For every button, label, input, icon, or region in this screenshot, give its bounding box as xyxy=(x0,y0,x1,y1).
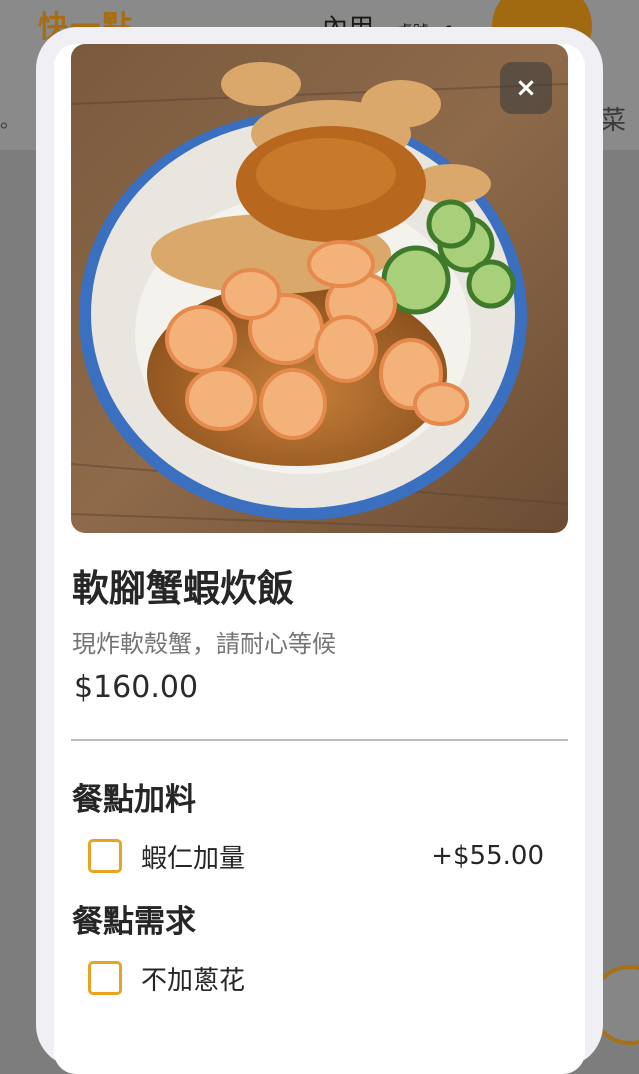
dish-photo-illustration xyxy=(71,44,568,533)
background-text-fragment: 。 xyxy=(0,108,20,132)
option-label: 不加蔥花 xyxy=(141,965,246,996)
checkbox[interactable] xyxy=(88,961,122,995)
modal-content: × 軟腳蟹蝦炊飯 現炸軟殼蟹，請耐心等候 $160.00 餐點加料 蝦仁加量 +… xyxy=(54,44,585,1074)
divider xyxy=(71,739,568,741)
option-label: 蝦仁加量 xyxy=(141,843,246,874)
item-description: 現炸軟殼蟹，請耐心等候 xyxy=(72,630,336,658)
close-button[interactable]: × xyxy=(500,62,552,114)
item-detail-modal: × 軟腳蟹蝦炊飯 現炸軟殼蟹，請耐心等候 $160.00 餐點加料 蝦仁加量 +… xyxy=(36,27,603,1074)
checkbox[interactable] xyxy=(88,839,122,873)
dish-photo: × xyxy=(71,44,568,533)
option-price: +$55.00 xyxy=(431,841,544,871)
close-icon: × xyxy=(515,73,537,103)
section-title-requests: 餐點需求 xyxy=(72,904,196,940)
item-price: $160.00 xyxy=(74,670,199,705)
item-title: 軟腳蟹蝦炊飯 xyxy=(72,567,294,610)
section-title-addons: 餐點加料 xyxy=(72,782,196,818)
background-category-fragment: 菜 xyxy=(600,106,627,136)
option-no-scallion[interactable]: 不加蔥花 xyxy=(88,958,544,998)
option-extra-shrimp[interactable]: 蝦仁加量 +$55.00 xyxy=(88,836,544,876)
